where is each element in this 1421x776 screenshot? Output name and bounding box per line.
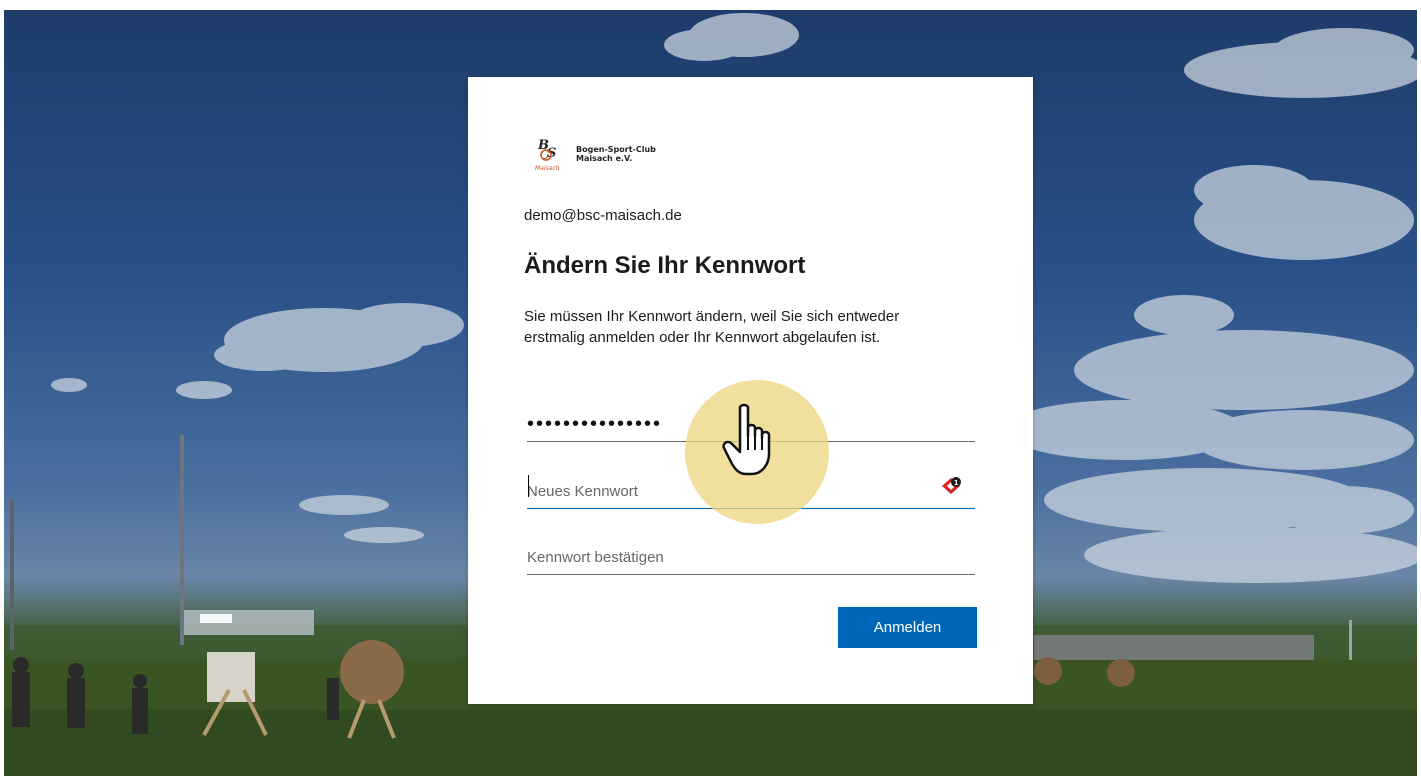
organization-name: Bogen-Sport-Club Maisach e.V. [576, 145, 656, 163]
change-password-description: Sie müssen Ihr Kennwort ändern, weil Sie… [524, 308, 900, 346]
password-manager-icon[interactable]: 1 [940, 476, 962, 496]
text-caret [528, 475, 529, 497]
organization-name-line1: Bogen-Sport-Club [576, 145, 656, 154]
confirm-password-field[interactable] [527, 540, 975, 575]
hand-pointer-icon [722, 403, 771, 476]
page-title: Ändern Sie Ihr Kennwort [524, 252, 806, 279]
club-emblem-icon: B S C Maisach [535, 138, 560, 172]
svg-text:Maisach: Maisach [535, 165, 560, 172]
page: B S C Maisach Bogen-Sport-Club Maisach e… [0, 0, 1421, 776]
account-email: demo@bsc-maisach.de [524, 207, 682, 224]
sign-in-button[interactable]: Anmelden [838, 607, 977, 648]
organization-logo: B S C Maisach Bogen-Sport-Club Maisach e… [534, 135, 656, 173]
organization-name-line2: Maisach e.V. [576, 154, 633, 163]
svg-text:1: 1 [954, 479, 959, 487]
